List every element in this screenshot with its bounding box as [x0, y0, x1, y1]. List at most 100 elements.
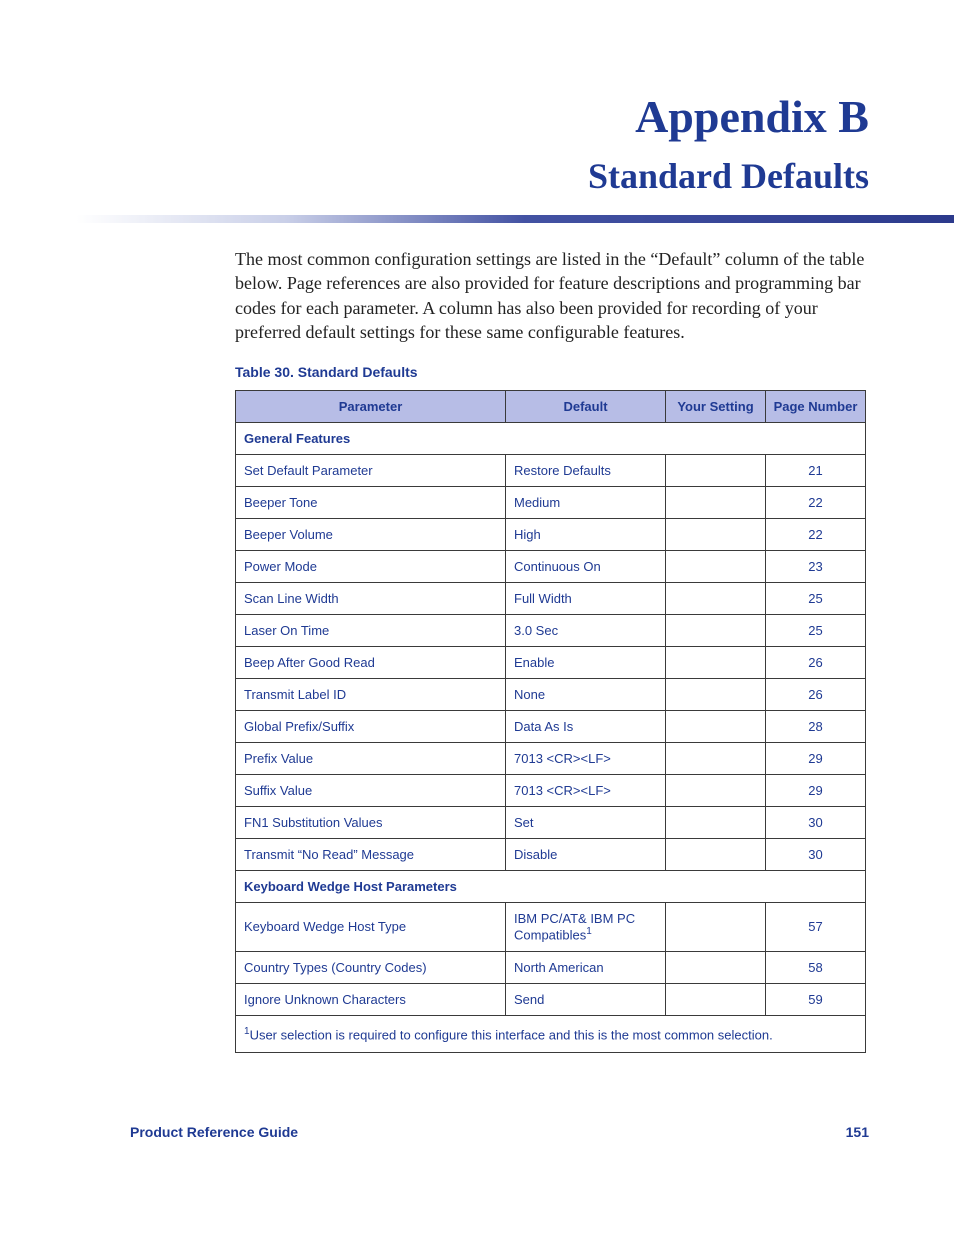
divider-bar — [0, 215, 954, 223]
cell-page-number: 23 — [766, 551, 866, 583]
table-footnote: 1User selection is required to configure… — [236, 1015, 866, 1052]
cell-parameter: Ignore Unknown Characters — [236, 983, 506, 1015]
cell-your-setting — [666, 951, 766, 983]
appendix-subtitle: Standard Defaults — [130, 155, 869, 197]
cell-your-setting — [666, 983, 766, 1015]
cell-page-number: 30 — [766, 807, 866, 839]
cell-page-number: 22 — [766, 487, 866, 519]
cell-parameter: FN1 Substitution Values — [236, 807, 506, 839]
cell-parameter: Laser On Time — [236, 615, 506, 647]
cell-your-setting — [666, 743, 766, 775]
table-row: Scan Line WidthFull Width 25 — [236, 583, 866, 615]
cell-parameter: Power Mode — [236, 551, 506, 583]
cell-default: Continuous On — [506, 551, 666, 583]
cell-your-setting — [666, 551, 766, 583]
cell-your-setting — [666, 807, 766, 839]
cell-parameter: Global Prefix/Suffix — [236, 711, 506, 743]
table-row: Set Default ParameterRestore Defaults 21 — [236, 455, 866, 487]
cell-parameter: Beeper Tone — [236, 487, 506, 519]
table-row: Beep After Good ReadEnable 26 — [236, 647, 866, 679]
cell-your-setting — [666, 583, 766, 615]
table-row: Suffix Value7013 <CR><LF> 29 — [236, 775, 866, 807]
th-parameter: Parameter — [236, 391, 506, 423]
cell-page-number: 29 — [766, 775, 866, 807]
defaults-table: Parameter Default Your Setting Page Numb… — [235, 390, 866, 1053]
cell-parameter: Transmit Label ID — [236, 679, 506, 711]
table-header-row: Parameter Default Your Setting Page Numb… — [236, 391, 866, 423]
cell-parameter: Set Default Parameter — [236, 455, 506, 487]
cell-your-setting — [666, 903, 766, 951]
cell-default: North American — [506, 951, 666, 983]
table-row: Transmit “No Read” MessageDisable 30 — [236, 839, 866, 871]
table-row: Beeper ToneMedium 22 — [236, 487, 866, 519]
cell-your-setting — [666, 679, 766, 711]
cell-default: Data As Is — [506, 711, 666, 743]
cell-page-number: 26 — [766, 647, 866, 679]
cell-default: Set — [506, 807, 666, 839]
footer-left: Product Reference Guide — [130, 1124, 298, 1140]
table-row: FN1 Substitution ValuesSet 30 — [236, 807, 866, 839]
cell-your-setting — [666, 487, 766, 519]
table-row: Transmit Label IDNone 26 — [236, 679, 866, 711]
cell-your-setting — [666, 711, 766, 743]
cell-parameter: Country Types (Country Codes) — [236, 951, 506, 983]
table-row: Ignore Unknown CharactersSend 59 — [236, 983, 866, 1015]
cell-default: Disable — [506, 839, 666, 871]
cell-default: Medium — [506, 487, 666, 519]
cell-your-setting — [666, 647, 766, 679]
appendix-title: Appendix B — [130, 90, 869, 143]
table-section-label: Keyboard Wedge Host Parameters — [236, 871, 866, 903]
cell-page-number: 25 — [766, 583, 866, 615]
table-row: Keyboard Wedge Host TypeIBM PC/AT& IBM P… — [236, 903, 866, 951]
cell-parameter: Transmit “No Read” Message — [236, 839, 506, 871]
footer-page-number: 151 — [846, 1124, 869, 1140]
cell-default: 7013 <CR><LF> — [506, 743, 666, 775]
cell-page-number: 21 — [766, 455, 866, 487]
cell-default: High — [506, 519, 666, 551]
table-row: Laser On Time3.0 Sec 25 — [236, 615, 866, 647]
th-page-number: Page Number — [766, 391, 866, 423]
cell-default: IBM PC/AT& IBM PC Compatibles1 — [506, 903, 666, 951]
th-your-setting: Your Setting — [666, 391, 766, 423]
table-footnote-row: 1User selection is required to configure… — [236, 1015, 866, 1052]
table-section-row: Keyboard Wedge Host Parameters — [236, 871, 866, 903]
cell-page-number: 26 — [766, 679, 866, 711]
cell-parameter: Keyboard Wedge Host Type — [236, 903, 506, 951]
cell-default: Enable — [506, 647, 666, 679]
cell-default: Full Width — [506, 583, 666, 615]
table-section-label: General Features — [236, 423, 866, 455]
table-row: Country Types (Country Codes)North Ameri… — [236, 951, 866, 983]
cell-parameter: Scan Line Width — [236, 583, 506, 615]
table-caption: Table 30. Standard Defaults — [130, 364, 869, 380]
cell-your-setting — [666, 519, 766, 551]
cell-your-setting — [666, 839, 766, 871]
cell-page-number: 28 — [766, 711, 866, 743]
intro-paragraph: The most common configuration settings a… — [130, 247, 869, 344]
cell-page-number: 29 — [766, 743, 866, 775]
cell-your-setting — [666, 455, 766, 487]
table-section-row: General Features — [236, 423, 866, 455]
table-row: Beeper VolumeHigh 22 — [236, 519, 866, 551]
cell-default: 7013 <CR><LF> — [506, 775, 666, 807]
cell-default: None — [506, 679, 666, 711]
cell-page-number: 25 — [766, 615, 866, 647]
cell-default: Restore Defaults — [506, 455, 666, 487]
cell-default: 3.0 Sec — [506, 615, 666, 647]
cell-parameter: Suffix Value — [236, 775, 506, 807]
cell-page-number: 30 — [766, 839, 866, 871]
table-row: Power ModeContinuous On 23 — [236, 551, 866, 583]
cell-your-setting — [666, 775, 766, 807]
page-footer: Product Reference Guide 151 — [130, 1124, 869, 1140]
cell-default: Send — [506, 983, 666, 1015]
th-default: Default — [506, 391, 666, 423]
table-row: Global Prefix/SuffixData As Is 28 — [236, 711, 866, 743]
cell-parameter: Beep After Good Read — [236, 647, 506, 679]
cell-page-number: 57 — [766, 903, 866, 951]
cell-parameter: Beeper Volume — [236, 519, 506, 551]
cell-page-number: 22 — [766, 519, 866, 551]
cell-your-setting — [666, 615, 766, 647]
cell-parameter: Prefix Value — [236, 743, 506, 775]
cell-page-number: 59 — [766, 983, 866, 1015]
cell-page-number: 58 — [766, 951, 866, 983]
table-row: Prefix Value7013 <CR><LF> 29 — [236, 743, 866, 775]
